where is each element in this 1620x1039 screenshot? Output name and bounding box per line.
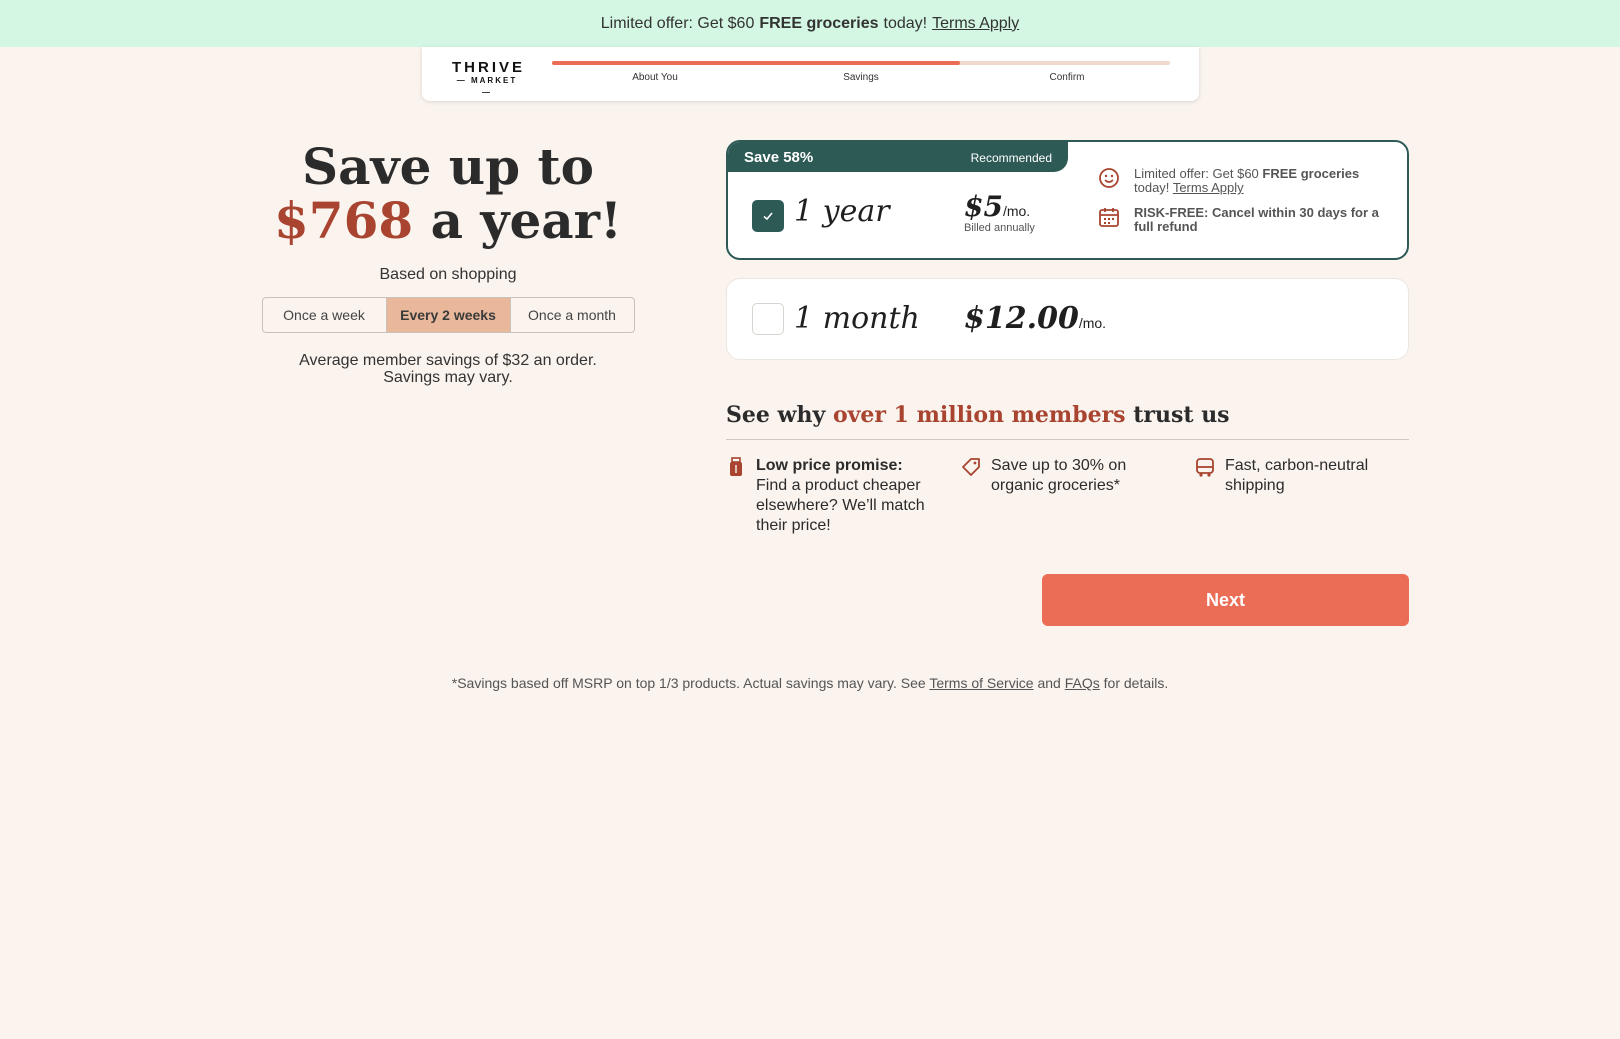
header-card: THRIVE — MARKET — About You Savings Conf…: [422, 47, 1199, 101]
check-icon: [763, 212, 773, 221]
plan-term: 1 year: [794, 194, 890, 229]
perk-terms-link[interactable]: Terms Apply: [1173, 180, 1244, 195]
freq-every-2-weeks[interactable]: Every 2 weeks: [386, 298, 511, 332]
billed-annually: Billed annually: [964, 222, 1035, 234]
trust-heading: See why over 1 million members trust us: [726, 402, 1230, 428]
feature-shipping: Fast, carbon-neutral shipping: [1196, 456, 1405, 496]
faqs-link[interactable]: FAQs: [1065, 675, 1100, 691]
terms-of-service-link[interactable]: Terms of Service: [929, 675, 1033, 691]
plan-price: $5/mo.: [964, 190, 1031, 223]
divider: [726, 439, 1409, 440]
monthly-checkbox[interactable]: [752, 303, 784, 335]
plan-price: $12.00/mo.: [964, 301, 1107, 336]
annual-checkbox[interactable]: [752, 200, 784, 232]
plan-badge-bar: Save 58% Recommended: [728, 142, 1068, 172]
recommended-label: Recommended: [970, 151, 1052, 165]
feature-low-price: Low price promise: Find a product cheape…: [730, 456, 946, 536]
page-title: Save up to $768 a year!: [274, 137, 622, 250]
save-badge: Save 58%: [744, 149, 814, 166]
perk-risk-free: RISK-FREE: Cancel within 30 days for a f…: [1099, 206, 1384, 234]
plan-card-monthly[interactable]: 1 month $12.00/mo.: [726, 278, 1409, 360]
feature-save-organic: Save up to 30% on organic groceries*: [962, 456, 1166, 496]
savings-footnote: *Savings based off MSRP on top 1/3 produ…: [451, 675, 1169, 691]
savings-amount: $768: [274, 191, 414, 250]
step-about-you: About You: [632, 72, 678, 83]
based-on-label: Based on shopping: [379, 266, 517, 283]
freq-once-a-week[interactable]: Once a week: [263, 298, 387, 332]
step-savings: Savings: [843, 72, 879, 83]
promo-text-after: today!: [883, 14, 928, 32]
smile-icon: [1099, 168, 1119, 188]
promo-bold: FREE groceries: [759, 14, 879, 32]
tag-icon: [962, 458, 980, 476]
perk-limited-offer: Limited offer: Get $60 FREE groceries to…: [1099, 167, 1384, 195]
plan-term: 1 month: [794, 301, 920, 336]
terms-apply-link[interactable]: Terms Apply: [932, 15, 1019, 33]
truck-icon: [1196, 458, 1214, 477]
promo-banner: Limited offer: Get $60 FREE groceries to…: [0, 0, 1620, 47]
plan-card-annual[interactable]: Save 58% Recommended 1 year $5/mo. Bille…: [726, 140, 1409, 260]
thrive-market-logo[interactable]: THRIVE — MARKET —: [452, 60, 522, 99]
next-button[interactable]: Next: [1042, 574, 1409, 626]
freq-once-a-month[interactable]: Once a month: [511, 298, 634, 332]
savings-hero: Save up to $768 a year! Based on shoppin…: [260, 140, 636, 386]
step-confirm: Confirm: [1049, 72, 1085, 83]
frequency-toggle: Once a week Every 2 weeks Once a month: [261, 297, 635, 333]
progress-fill: [552, 61, 960, 65]
average-savings-note: Average member savings of $32 an order. …: [299, 352, 597, 386]
calendar-icon: [1099, 208, 1119, 227]
promo-text: Limited offer: Get $60: [600, 14, 755, 32]
price-tag-jar-icon: [730, 457, 742, 476]
